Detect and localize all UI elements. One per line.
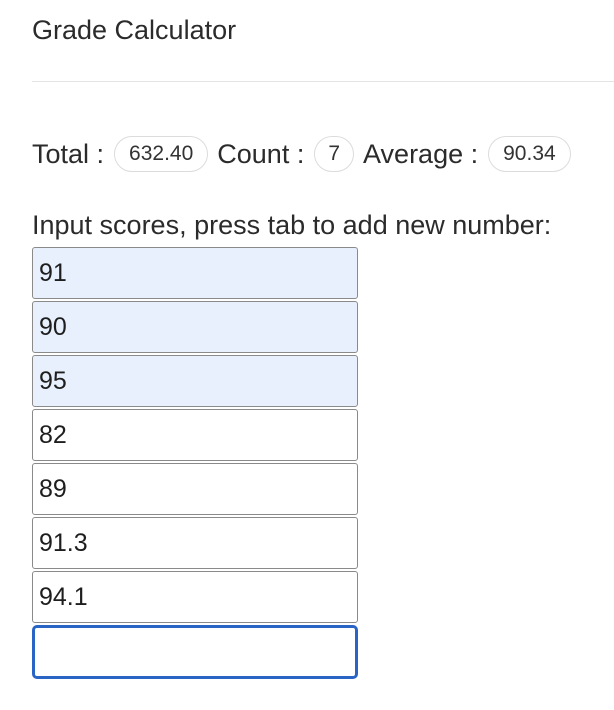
- score-input[interactable]: [32, 571, 358, 623]
- page-title: Grade Calculator: [32, 15, 237, 45]
- stats-bar: Total : 632.40 Count : 7 Average : 90.34: [32, 134, 571, 174]
- total-label: Total :: [32, 139, 105, 169]
- score-input-list: [32, 247, 358, 681]
- score-input[interactable]: [32, 517, 358, 569]
- count-badge: 7: [314, 136, 355, 172]
- input-instruction: Input scores, press tab to add new numbe…: [32, 210, 552, 240]
- score-input[interactable]: [32, 355, 358, 407]
- score-input[interactable]: [32, 301, 358, 353]
- count-label: Count :: [217, 139, 305, 169]
- score-input[interactable]: [32, 463, 358, 515]
- score-input[interactable]: [32, 409, 358, 461]
- total-badge: 632.40: [114, 136, 209, 172]
- new-score-input[interactable]: [32, 625, 358, 679]
- average-label: Average :: [363, 139, 479, 169]
- title-divider: [32, 81, 614, 82]
- average-badge: 90.34: [488, 136, 571, 172]
- score-input[interactable]: [32, 247, 358, 299]
- grade-calculator-page: Grade Calculator Total : 632.40 Count : …: [0, 0, 614, 710]
